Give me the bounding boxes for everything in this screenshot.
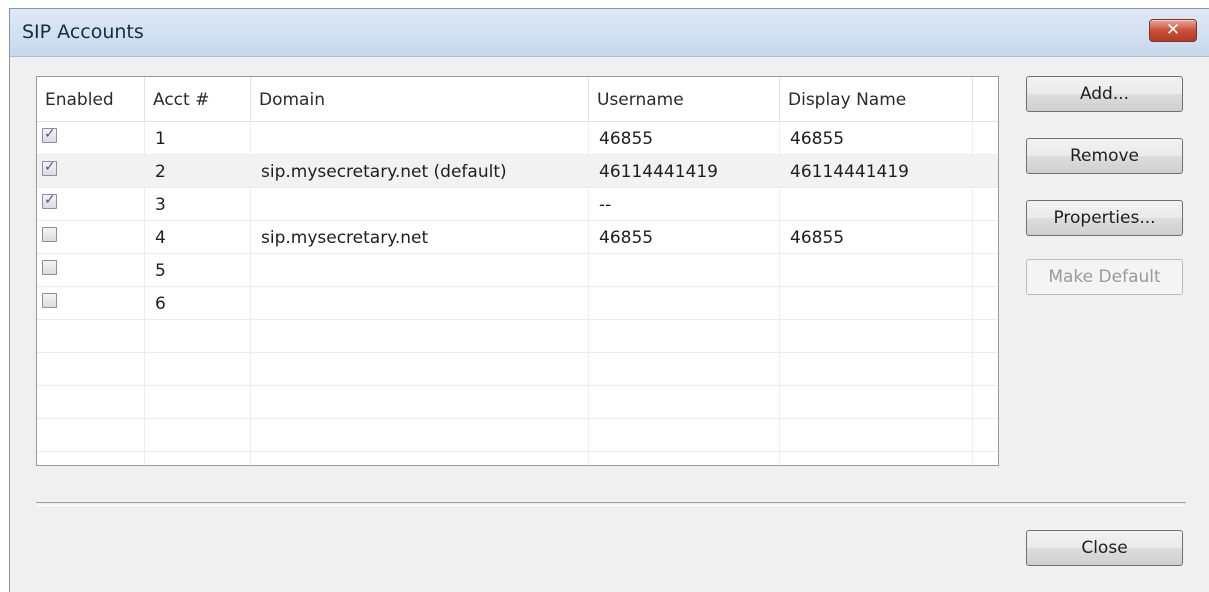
domain-cell: sip.mysecretary.net bbox=[261, 228, 429, 248]
domain-cell bbox=[251, 287, 589, 319]
username-cell: -- bbox=[599, 195, 612, 215]
display-name-cell: 46855 bbox=[790, 228, 845, 248]
close-window-button[interactable]: ✕ bbox=[1149, 19, 1197, 42]
table-row[interactable]: 4 sip.mysecretary.net 46855 46855 bbox=[37, 221, 998, 254]
separator-line bbox=[36, 502, 1186, 506]
enabled-checkbox[interactable] bbox=[42, 260, 57, 275]
enabled-checkbox[interactable] bbox=[42, 227, 57, 242]
domain-cell bbox=[251, 188, 589, 220]
username-cell: 46855 bbox=[599, 228, 654, 248]
properties-button[interactable]: Properties... bbox=[1026, 200, 1183, 236]
empty-row bbox=[37, 353, 998, 386]
display-name-cell bbox=[780, 287, 973, 319]
domain-cell bbox=[251, 254, 589, 286]
list-header: Enabled Acct # Domain Username Display N… bbox=[37, 77, 998, 122]
sip-accounts-dialog: SIP Accounts ✕ Enabled Acct # Domain Use… bbox=[9, 8, 1209, 592]
acct-number-cell: 4 bbox=[155, 228, 166, 248]
remove-button[interactable]: Remove bbox=[1026, 138, 1183, 174]
table-row[interactable]: 5 bbox=[37, 254, 998, 287]
enabled-checkbox[interactable] bbox=[42, 293, 57, 308]
acct-number-cell: 5 bbox=[155, 261, 166, 281]
column-header-domain[interactable]: Domain bbox=[251, 77, 589, 121]
table-row[interactable]: 6 bbox=[37, 287, 998, 320]
add-button[interactable]: Add... bbox=[1026, 76, 1183, 112]
domain-cell bbox=[251, 122, 589, 154]
acct-number-cell: 6 bbox=[155, 294, 166, 314]
column-header-acct[interactable]: Acct # bbox=[145, 77, 251, 121]
display-name-cell: 46855 bbox=[790, 129, 845, 149]
title-bar: SIP Accounts ✕ bbox=[10, 9, 1209, 57]
close-button[interactable]: Close bbox=[1026, 530, 1183, 566]
display-name-cell bbox=[780, 188, 973, 220]
display-name-cell: 46114441419 bbox=[790, 162, 909, 182]
acct-number-cell: 3 bbox=[155, 195, 166, 215]
close-icon: ✕ bbox=[1165, 20, 1181, 40]
column-header-enabled[interactable]: Enabled bbox=[37, 77, 145, 121]
username-cell bbox=[589, 287, 780, 319]
make-default-button[interactable]: Make Default bbox=[1026, 259, 1183, 295]
empty-row bbox=[37, 419, 998, 452]
enabled-checkbox[interactable]: ✓ bbox=[42, 159, 57, 176]
enabled-checkbox[interactable]: ✓ bbox=[42, 192, 57, 209]
check-icon: ✓ bbox=[44, 192, 56, 208]
table-row[interactable]: ✓ 2 sip.mysecretary.net (default) 461144414… bbox=[37, 155, 998, 188]
username-cell bbox=[589, 254, 780, 286]
check-icon: ✓ bbox=[44, 126, 56, 142]
enabled-checkbox[interactable]: ✓ bbox=[42, 126, 57, 143]
window-title: SIP Accounts bbox=[22, 21, 144, 43]
table-row[interactable]: ✓ 3 -- bbox=[37, 188, 998, 221]
column-header-username[interactable]: Username bbox=[589, 77, 780, 121]
acct-number-cell: 2 bbox=[155, 162, 166, 182]
column-header-display-name[interactable]: Display Name bbox=[780, 77, 973, 121]
display-name-cell bbox=[780, 254, 973, 286]
username-cell: 46855 bbox=[599, 129, 654, 149]
acct-number-cell: 1 bbox=[155, 129, 166, 149]
username-cell: 46114441419 bbox=[599, 162, 718, 182]
empty-row bbox=[37, 320, 998, 353]
empty-row bbox=[37, 386, 998, 419]
domain-cell: sip.mysecretary.net (default) bbox=[261, 162, 507, 182]
dialog-content: Enabled Acct # Domain Username Display N… bbox=[10, 57, 1209, 592]
check-icon: ✓ bbox=[44, 159, 56, 175]
accounts-list[interactable]: Enabled Acct # Domain Username Display N… bbox=[36, 76, 999, 466]
table-row[interactable]: ✓ 1 46855 46855 bbox=[37, 122, 998, 155]
